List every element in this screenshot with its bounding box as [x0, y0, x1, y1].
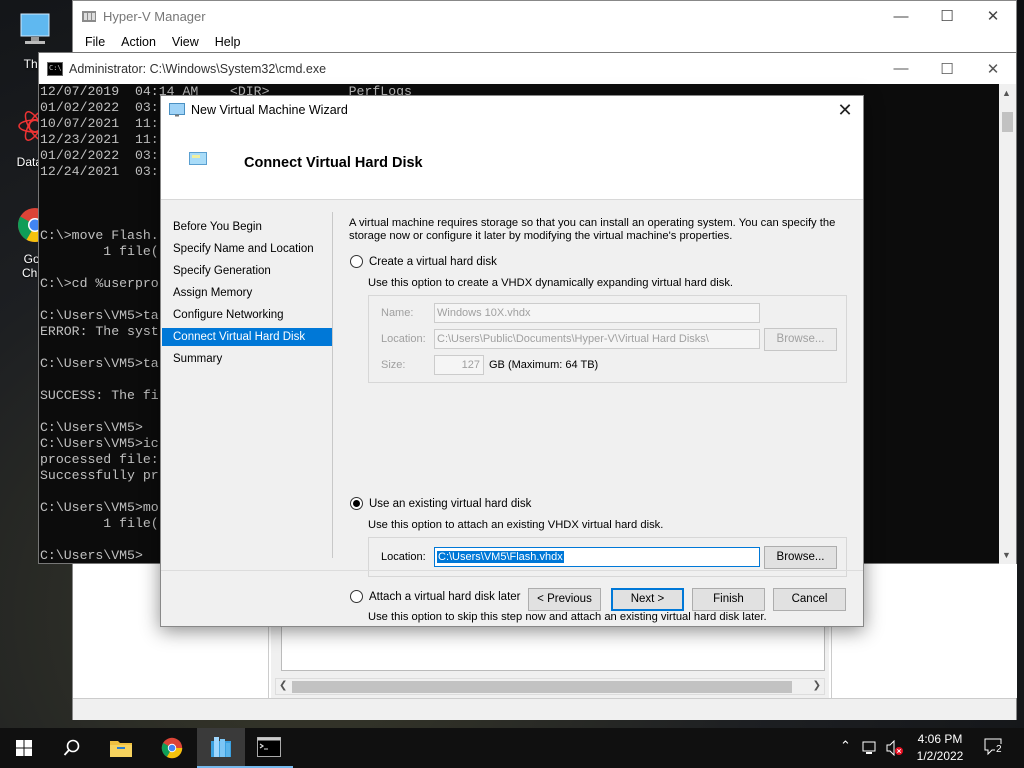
chrome-icon [161, 737, 183, 759]
menu-view[interactable]: View [164, 35, 207, 49]
finish-button[interactable]: Finish [692, 588, 765, 611]
size-unit-label: GB (Maximum: 64 TB) [489, 359, 599, 371]
wizard-header: Connect Virtual Hard Disk [161, 124, 863, 200]
new-vm-wizard-dialog: New Virtual Machine Wizard ✕ Connect Vir… [160, 95, 864, 627]
wizard-step-assign-memory[interactable]: Assign Memory [162, 284, 332, 302]
maximize-button[interactable]: ☐ [924, 53, 970, 84]
menu-help[interactable]: Help [207, 35, 249, 49]
wizard-step-configure-networking[interactable]: Configure Networking [162, 306, 332, 324]
show-hidden-icons-icon[interactable]: ⌃ [840, 738, 851, 754]
option-description: Use this option to skip this step now an… [368, 611, 767, 623]
radio-circle[interactable] [350, 590, 363, 603]
network-icon[interactable] [862, 740, 880, 756]
close-button[interactable]: ✕ [970, 53, 1016, 84]
taskbar-hyper-v-manager[interactable] [197, 728, 245, 768]
volume-muted-icon[interactable] [886, 740, 904, 756]
notification-count: 2 [995, 744, 1003, 755]
hyper-v-app-icon [82, 11, 96, 22]
menu-file[interactable]: File [77, 35, 113, 49]
status-bar [73, 698, 1016, 720]
minimize-button[interactable]: — [878, 53, 924, 84]
menu-action[interactable]: Action [113, 35, 164, 49]
wizard-app-icon [169, 103, 185, 117]
taskbar-cmd[interactable] [245, 728, 293, 768]
radio-existing-vhd[interactable]: Use an existing virtual hard disk [350, 497, 531, 510]
taskbar: ⌃ 4:06 PM 1/2/2022 2 [0, 728, 1024, 768]
minimize-button[interactable]: — [878, 1, 924, 31]
search-button[interactable] [48, 728, 96, 768]
scroll-right-icon[interactable]: ❯ [813, 680, 821, 691]
wizard-step-specify-generation[interactable]: Specify Generation [162, 262, 332, 280]
option-description: Use this option to attach an existing VH… [368, 519, 664, 531]
location-label: Location: [381, 551, 426, 563]
scroll-left-icon[interactable]: ❮ [279, 680, 287, 691]
window-title: Hyper-V Manager [103, 8, 206, 24]
location-label: Location: [381, 333, 426, 345]
search-icon [63, 739, 80, 756]
taskbar-chrome[interactable] [148, 728, 196, 768]
cmd-titlebar[interactable]: C:\ Administrator: C:\Windows\System32\c… [39, 53, 1016, 84]
option-description: Use this option to create a VHDX dynamic… [368, 277, 734, 289]
taskbar-file-explorer[interactable] [97, 728, 145, 768]
close-icon[interactable]: ✕ [835, 100, 855, 120]
intro-text: A virtual machine requires storage so th… [349, 217, 836, 242]
details-panel [281, 625, 825, 671]
this-pc-icon [20, 13, 50, 44]
radio-label: Attach a virtual hard disk later [369, 590, 521, 603]
hyper-v-manager-icon [211, 737, 231, 757]
location-field[interactable]: C:\Users\Public\Documents\Hyper-V\Virtua… [434, 329, 760, 349]
start-button[interactable] [0, 728, 48, 768]
cmd-icon [257, 737, 281, 757]
radio-label: Create a virtual hard disk [369, 255, 497, 268]
radio-label: Use an existing virtual hard disk [369, 497, 532, 510]
wizard-step-connect-virtual-hard-disk[interactable]: Connect Virtual Hard Disk [162, 328, 332, 346]
name-field[interactable]: Windows 10X.vhdx [434, 303, 760, 323]
hyper-v-titlebar[interactable]: Hyper-V Manager — ☐ ✕ [73, 1, 1016, 31]
maximize-button[interactable]: ☐ [924, 1, 970, 31]
radio-circle[interactable] [350, 497, 363, 510]
scroll-down-icon[interactable]: ▼ [1002, 550, 1011, 560]
menu-bar: File Action View Help [73, 31, 1016, 53]
browse-button[interactable]: Browse... [764, 328, 837, 351]
previous-button[interactable]: < Previous [528, 588, 601, 611]
radio-create-vhd[interactable]: Create a virtual hard disk [350, 255, 497, 268]
name-label: Name: [381, 307, 414, 319]
wizard-step-before-you-begin[interactable]: Before You Begin [162, 218, 332, 236]
dialog-title: New Virtual Machine Wizard [191, 103, 348, 117]
clock[interactable]: 4:06 PM 1/2/2022 [910, 731, 970, 765]
wizard-step-summary[interactable]: Summary [162, 350, 332, 368]
existing-location-field[interactable]: C:\Users\VM5\Flash.vhdx [434, 547, 760, 567]
create-vhd-fields: Name: Windows 10X.vhdx Location: C:\User… [368, 295, 847, 383]
divider [332, 212, 333, 558]
close-button[interactable]: ✕ [970, 1, 1016, 31]
cmd-app-icon: C:\ [47, 61, 63, 76]
cancel-button[interactable]: Cancel [773, 588, 846, 611]
size-field[interactable]: 127 [434, 355, 484, 375]
wizard-step-list: Before You Begin Specify Name and Locatio… [161, 200, 333, 560]
start-icon [16, 740, 32, 756]
wizard-titlebar[interactable]: New Virtual Machine Wizard ✕ [161, 96, 863, 124]
notifications-button[interactable]: 2 [984, 738, 1004, 759]
selected-text: C:\Users\VM5\Flash.vhdx [437, 551, 564, 563]
scroll-thumb[interactable] [292, 681, 792, 693]
virtual-hard-disk-icon [189, 152, 207, 165]
horizontal-scrollbar[interactable]: ❮ ❯ [275, 678, 825, 695]
browse-button[interactable]: Browse... [764, 546, 837, 569]
radio-circle[interactable] [350, 255, 363, 268]
next-button[interactable]: Next > [611, 588, 684, 611]
footer-divider [161, 570, 863, 571]
file-explorer-icon [110, 741, 132, 757]
radio-attach-later[interactable]: Attach a virtual hard disk later [350, 590, 521, 603]
vertical-scrollbar[interactable]: ▲ ▼ [999, 84, 1016, 564]
existing-vhd-fields: Location: C:\Users\VM5\Flash.vhdx Browse… [368, 537, 847, 577]
window-title: Administrator: C:\Windows\System32\cmd.e… [69, 61, 327, 76]
size-label: Size: [381, 359, 406, 371]
clock-time: 4:06 PM [917, 732, 963, 746]
scroll-up-icon[interactable]: ▲ [1002, 88, 1011, 98]
clock-date: 1/2/2022 [916, 749, 964, 763]
scroll-thumb[interactable] [1002, 112, 1013, 132]
wizard-step-specify-name-and-location[interactable]: Specify Name and Location [162, 240, 332, 258]
page-title: Connect Virtual Hard Disk [244, 155, 423, 171]
